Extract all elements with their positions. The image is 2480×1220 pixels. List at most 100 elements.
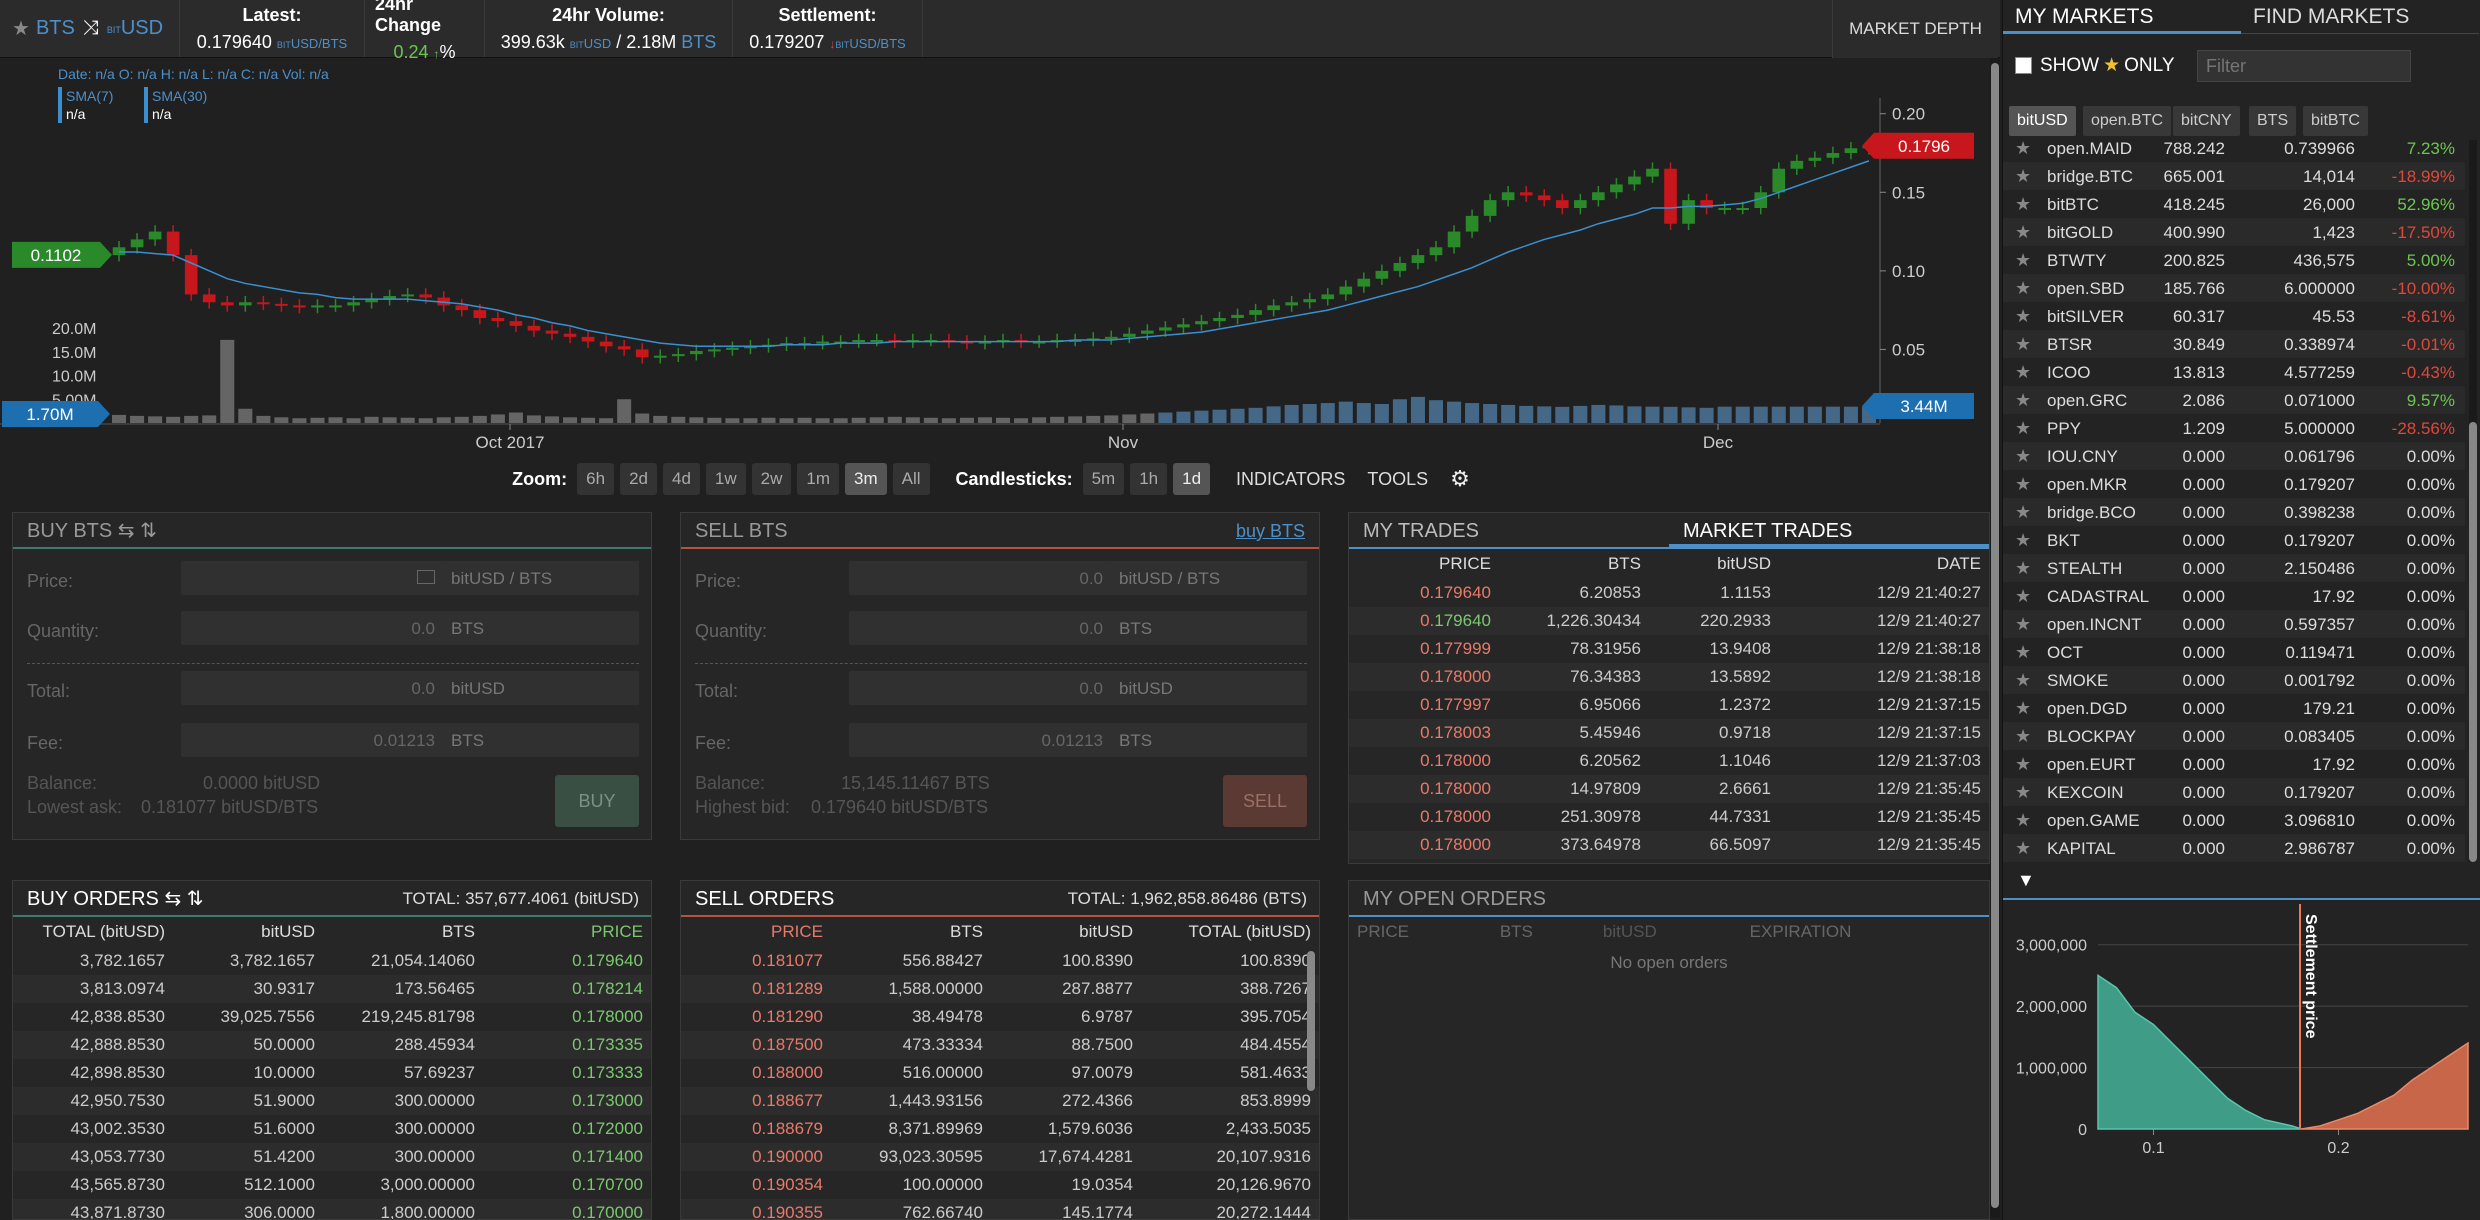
market-row[interactable]: ★ CADASTRAL 0.000 17.92 0.00%: [2003, 582, 2465, 610]
star-icon[interactable]: ★: [2015, 250, 2031, 271]
collapse-icon[interactable]: ▼: [2017, 870, 2035, 890]
show-starred-toggle[interactable]: SHOW ★ ONLY: [2015, 54, 2175, 77]
buy-fee-input[interactable]: 0.01213: [181, 723, 443, 757]
table-row[interactable]: 0.188677 1,443.93156 272.4366 853.8999: [681, 1087, 1319, 1115]
table-row[interactable]: 0.177999 78.31956 13.9408 12/9 21:38:18: [1349, 635, 1989, 663]
col-expiration[interactable]: EXPIRATION: [1742, 917, 1989, 947]
table-row[interactable]: 43,871.8730 306.0000 1,800.00000 0.170000: [13, 1199, 651, 1219]
table-row[interactable]: 42,838.8530 39,025.7556 219,245.81798 0.178…: [13, 1003, 651, 1031]
market-row[interactable]: ★ open.EURT 0.000 17.92 0.00%: [2003, 750, 2465, 778]
table-row[interactable]: 0.190000 93,023.30595 17,674.4281 20,107.93…: [681, 1143, 1319, 1171]
market-row[interactable]: ★ KAPITAL 0.000 2.986787 0.00%: [2003, 834, 2465, 862]
table-row[interactable]: 43,565.8730 512.1000 3,000.00000 0.170700: [13, 1171, 651, 1199]
star-icon[interactable]: ★: [2015, 726, 2031, 747]
filter-input[interactable]: [2197, 50, 2411, 82]
col-bitusd[interactable]: bitUSD: [991, 917, 1141, 947]
buy-bts-link[interactable]: buy BTS: [1236, 521, 1305, 542]
table-row[interactable]: 3,813.0974 30.9317 173.56465 0.178214: [13, 975, 651, 1003]
market-row[interactable]: ★ open.SBD 185.766 6.000000 -10.00%: [2003, 274, 2465, 302]
market-row[interactable]: ★ bridge.BCO 0.000 0.398238 0.00%: [2003, 498, 2465, 526]
buy-total-input[interactable]: 0.0: [181, 671, 443, 705]
buy-balance-value[interactable]: 0.0000 bitUSD: [203, 773, 320, 794]
col-bts[interactable]: BTS: [1492, 917, 1595, 947]
sell-quantity-input[interactable]: 0.0: [849, 611, 1111, 645]
table-row[interactable]: 42,888.8530 50.0000 288.45934 0.173335: [13, 1031, 651, 1059]
star-icon[interactable]: ★: [2015, 502, 2031, 523]
table-row[interactable]: 0.178003 5.45946 0.9718 12/9 21:37:15: [1349, 719, 1989, 747]
col-price[interactable]: PRICE: [681, 917, 831, 947]
star-icon[interactable]: ★: [2015, 390, 2031, 411]
table-row[interactable]: 0.178000 251.30978 44.7331 12/9 21:35:45: [1349, 803, 1989, 831]
col-bitusd[interactable]: bitUSD: [1649, 549, 1779, 579]
zoom-4d[interactable]: 4d: [662, 463, 700, 495]
col-bitusd[interactable]: bitUSD: [1595, 917, 1742, 947]
star-icon[interactable]: ★: [2015, 754, 2031, 775]
show-starred-checkbox[interactable]: [2015, 57, 2032, 74]
market-title[interactable]: ★ BTS ⤨ bit USD: [0, 0, 180, 57]
table-row[interactable]: 0.179640 6.20853 1.1153 12/9 21:40:27: [1349, 579, 1989, 607]
table-row[interactable]: 0.188000 516.00000 97.0079 581.4633: [681, 1059, 1319, 1087]
zoom-3m[interactable]: 3m: [845, 463, 887, 495]
quote-bitbtc[interactable]: bitBTC: [2303, 106, 2368, 136]
star-icon[interactable]: ★: [2015, 194, 2031, 215]
table-row[interactable]: 0.178000 76.34383 13.5892 12/9 21:38:18: [1349, 663, 1989, 691]
lowest-ask-value[interactable]: 0.181077 bitUSD/BTS: [141, 797, 318, 818]
quote-asset[interactable]: USD: [121, 17, 163, 40]
zoom-all[interactable]: All: [892, 463, 930, 495]
quote-bitcny[interactable]: bitCNY: [2173, 106, 2240, 136]
table-row[interactable]: 0.177997 6.95066 1.2372 12/9 21:37:15: [1349, 691, 1989, 719]
sell-balance-value[interactable]: 15,145.11467 BTS: [841, 773, 990, 794]
star-icon[interactable]: ★: [2015, 418, 2031, 439]
star-icon[interactable]: ★: [2015, 306, 2031, 327]
market-row[interactable]: ★ open.INCNT 0.000 0.597357 0.00%: [2003, 610, 2465, 638]
market-row[interactable]: ★ bitSILVER 60.317 45.53 -8.61%: [2003, 302, 2465, 330]
col-total[interactable]: TOTAL (bitUSD): [13, 917, 173, 947]
tab-my-trades[interactable]: MY TRADES: [1349, 513, 1669, 547]
market-row[interactable]: ★ OCT 0.000 0.119471 0.00%: [2003, 638, 2465, 666]
scrollbar-thumb[interactable]: [1991, 63, 1999, 1208]
swap-icon[interactable]: ⤨: [83, 17, 99, 40]
star-icon[interactable]: ★: [2015, 642, 2031, 663]
market-row[interactable]: ★ SMOKE 0.000 0.001792 0.00%: [2003, 666, 2465, 694]
candle-5m[interactable]: 5m: [1082, 463, 1125, 495]
table-row[interactable]: 42,898.8530 10.0000 57.69237 0.173333: [13, 1059, 651, 1087]
market-row[interactable]: ★ open.MAID 788.242 0.739966 7.23%: [2003, 140, 2465, 162]
market-row[interactable]: ★ bitBTC 418.245 26,000 52.96%: [2003, 190, 2465, 218]
market-row[interactable]: ★ STEALTH 0.000 2.150486 0.00%: [2003, 554, 2465, 582]
table-row[interactable]: 0.178000 6.20562 1.1046 12/9 21:37:03: [1349, 747, 1989, 775]
table-row[interactable]: 0.181289 1,588.00000 287.8877 388.7267: [681, 975, 1319, 1003]
star-icon[interactable]: ★: [2015, 698, 2031, 719]
star-icon[interactable]: ★: [2015, 278, 2031, 299]
col-price[interactable]: PRICE: [1349, 549, 1499, 579]
table-row[interactable]: 0.187500 473.33334 88.7500 484.4554: [681, 1031, 1319, 1059]
star-icon[interactable]: ★: [2015, 530, 2031, 551]
col-bitusd[interactable]: bitUSD: [173, 917, 323, 947]
market-row[interactable]: ★ open.DGD 0.000 179.21 0.00%: [2003, 694, 2465, 722]
table-row[interactable]: 0.190355 762.66740 145.1774 20,272.1444: [681, 1199, 1319, 1219]
indicators-button[interactable]: INDICATORS: [1236, 469, 1345, 490]
table-row[interactable]: 43,002.3530 51.6000 300.00000 0.172000: [13, 1115, 651, 1143]
star-icon[interactable]: ★: [2015, 810, 2031, 831]
market-row[interactable]: ★ open.GAME 0.000 3.096810 0.00%: [2003, 806, 2465, 834]
candle-1d[interactable]: 1d: [1173, 463, 1211, 495]
main-scrollbar[interactable]: [1990, 58, 2000, 1218]
col-bts[interactable]: BTS: [831, 917, 991, 947]
col-price[interactable]: PRICE: [483, 917, 651, 947]
star-icon[interactable]: ★: [2015, 586, 2031, 607]
market-row[interactable]: ★ bitGOLD 400.990 1,423 -17.50%: [2003, 218, 2465, 246]
star-icon[interactable]: ★: [2015, 474, 2031, 495]
market-depth-button[interactable]: MARKET DEPTH: [1832, 0, 1998, 58]
col-price[interactable]: PRICE: [1349, 917, 1492, 947]
market-row[interactable]: ★ BKT 0.000 0.179207 0.00%: [2003, 526, 2465, 554]
star-icon[interactable]: ★: [2015, 166, 2031, 187]
tools-button[interactable]: TOOLS: [1367, 469, 1428, 490]
sell-total-input[interactable]: 0.0: [849, 671, 1111, 705]
quote-open-btc[interactable]: open.BTC: [2083, 106, 2172, 136]
star-icon[interactable]: ★: [2015, 446, 2031, 467]
tab-market-trades[interactable]: MARKET TRADES: [1669, 513, 1989, 547]
table-row[interactable]: 0.188679 8,371.89969 1,579.6036 2,433.5035: [681, 1115, 1319, 1143]
price-calculator-icon[interactable]: [417, 570, 435, 584]
star-icon[interactable]: ★: [2015, 222, 2031, 243]
table-row[interactable]: 0.181290 38.49478 6.9787 395.7054: [681, 1003, 1319, 1031]
market-row[interactable]: ★ KEXCOIN 0.000 0.179207 0.00%: [2003, 778, 2465, 806]
